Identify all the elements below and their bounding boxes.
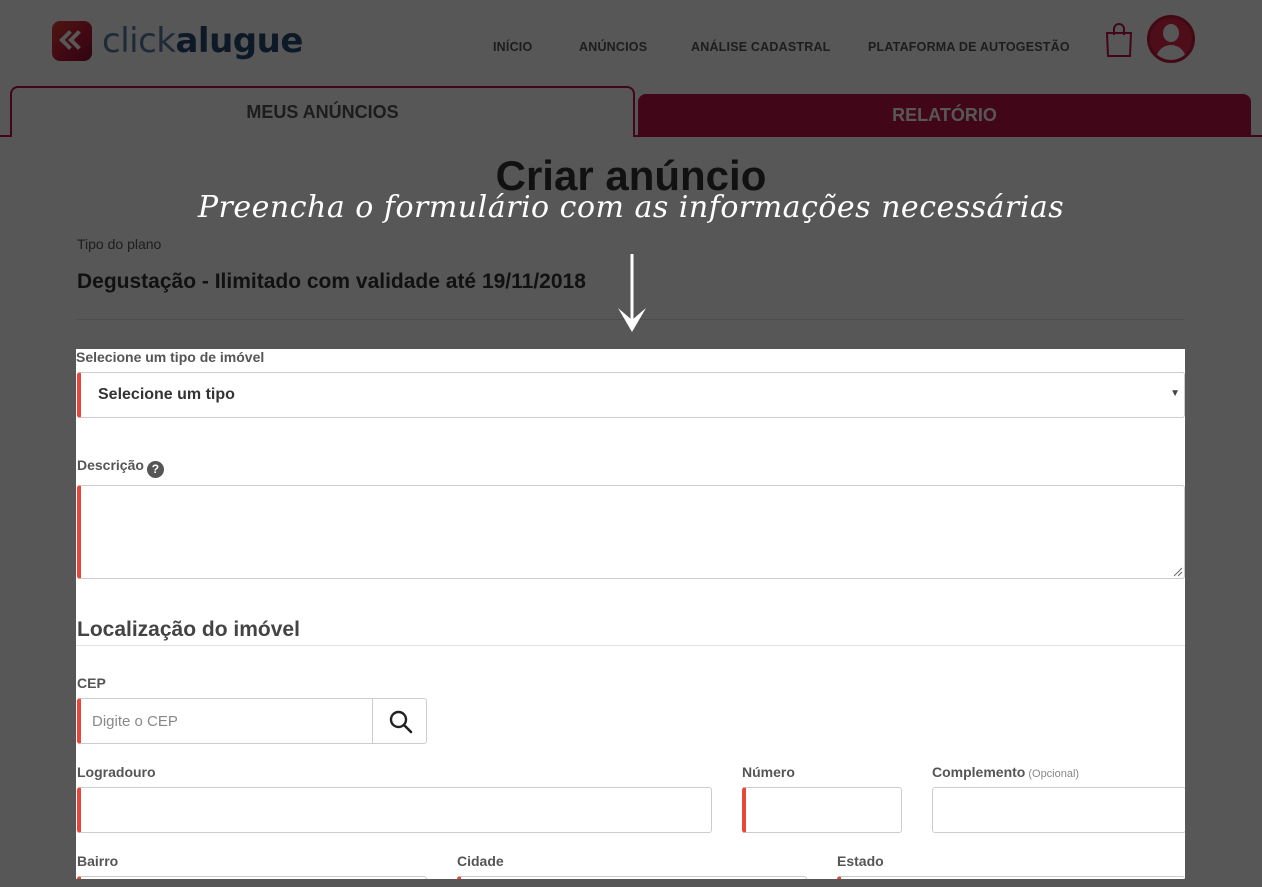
clickalugue-logo[interactable]: clickalugue <box>52 21 303 61</box>
cep-label: CEP <box>77 675 106 691</box>
numero-input[interactable] <box>742 787 902 833</box>
plan-type-value: Degustação - Ilimitado com validade até … <box>77 270 586 293</box>
tab-meus-anuncios[interactable]: MEUS ANÚNCIOS <box>10 86 635 137</box>
estado-select[interactable] <box>837 876 1185 879</box>
tutorial-hint: Preencha o formulário com as informações… <box>197 190 1065 225</box>
complemento-input[interactable] <box>932 787 1185 833</box>
cep-input[interactable]: Digite o CEP <box>77 698 374 744</box>
nav-anuncios[interactable]: ANÚNCIOS <box>579 40 647 54</box>
tab-relatorio[interactable]: RELATÓRIO <box>638 94 1251 136</box>
logo-text: clickalugue <box>102 21 303 61</box>
bairro-label: Bairro <box>77 853 119 869</box>
logradouro-label: Logradouro <box>77 764 156 780</box>
complemento-label: Complemento (Opcional) <box>932 764 1079 780</box>
nav-plataforma-autogestao[interactable]: PLATAFORMA DE AUTOGESTÃO <box>868 40 1070 54</box>
description-textarea[interactable] <box>77 485 1185 579</box>
shopping-bag-icon[interactable] <box>1104 22 1134 58</box>
cidade-label: Cidade <box>457 853 504 869</box>
location-section-title: Localização do imóvel <box>77 618 300 641</box>
optional-tag: (Opcional) <box>1028 768 1080 780</box>
search-icon <box>389 710 413 734</box>
description-label: Descrição? <box>77 457 164 478</box>
cidade-input[interactable] <box>457 876 807 879</box>
cep-placeholder: Digite o CEP <box>92 712 178 730</box>
property-type-label: Selecione um tipo de imóvel <box>76 349 265 365</box>
user-avatar-icon[interactable] <box>1147 15 1195 63</box>
property-type-select[interactable]: Selecione um tipo ▼ <box>77 372 1185 418</box>
site-header: clickalugue INÍCIO ANÚNCIOS ANÁLISE CADA… <box>0 0 1262 88</box>
description-label-text: Descrição <box>77 457 144 473</box>
nav-inicio[interactable]: INÍCIO <box>493 40 532 54</box>
nav-analise-cadastral[interactable]: ANÁLISE CADASTRAL <box>691 40 831 54</box>
question-circle-icon[interactable]: ? <box>146 461 164 478</box>
logradouro-input[interactable] <box>77 787 712 833</box>
bairro-input[interactable] <box>77 876 427 879</box>
resize-grip-icon[interactable] <box>1173 567 1183 577</box>
plan-type-label: Tipo do plano <box>77 236 162 252</box>
form-spotlight: Selecione um tipo de imóvel Selecione um… <box>76 349 1185 879</box>
property-type-selected: Selecione um tipo <box>98 386 235 403</box>
estado-label: Estado <box>837 853 884 869</box>
logo-mark-icon <box>52 21 92 61</box>
numero-label: Número <box>742 764 795 780</box>
section-divider <box>76 645 1185 646</box>
cep-search-button[interactable] <box>372 698 427 744</box>
caret-down-icon: ▼ <box>1170 388 1180 399</box>
arrow-down-icon <box>618 254 646 332</box>
complemento-label-text: Complemento <box>932 764 1026 780</box>
